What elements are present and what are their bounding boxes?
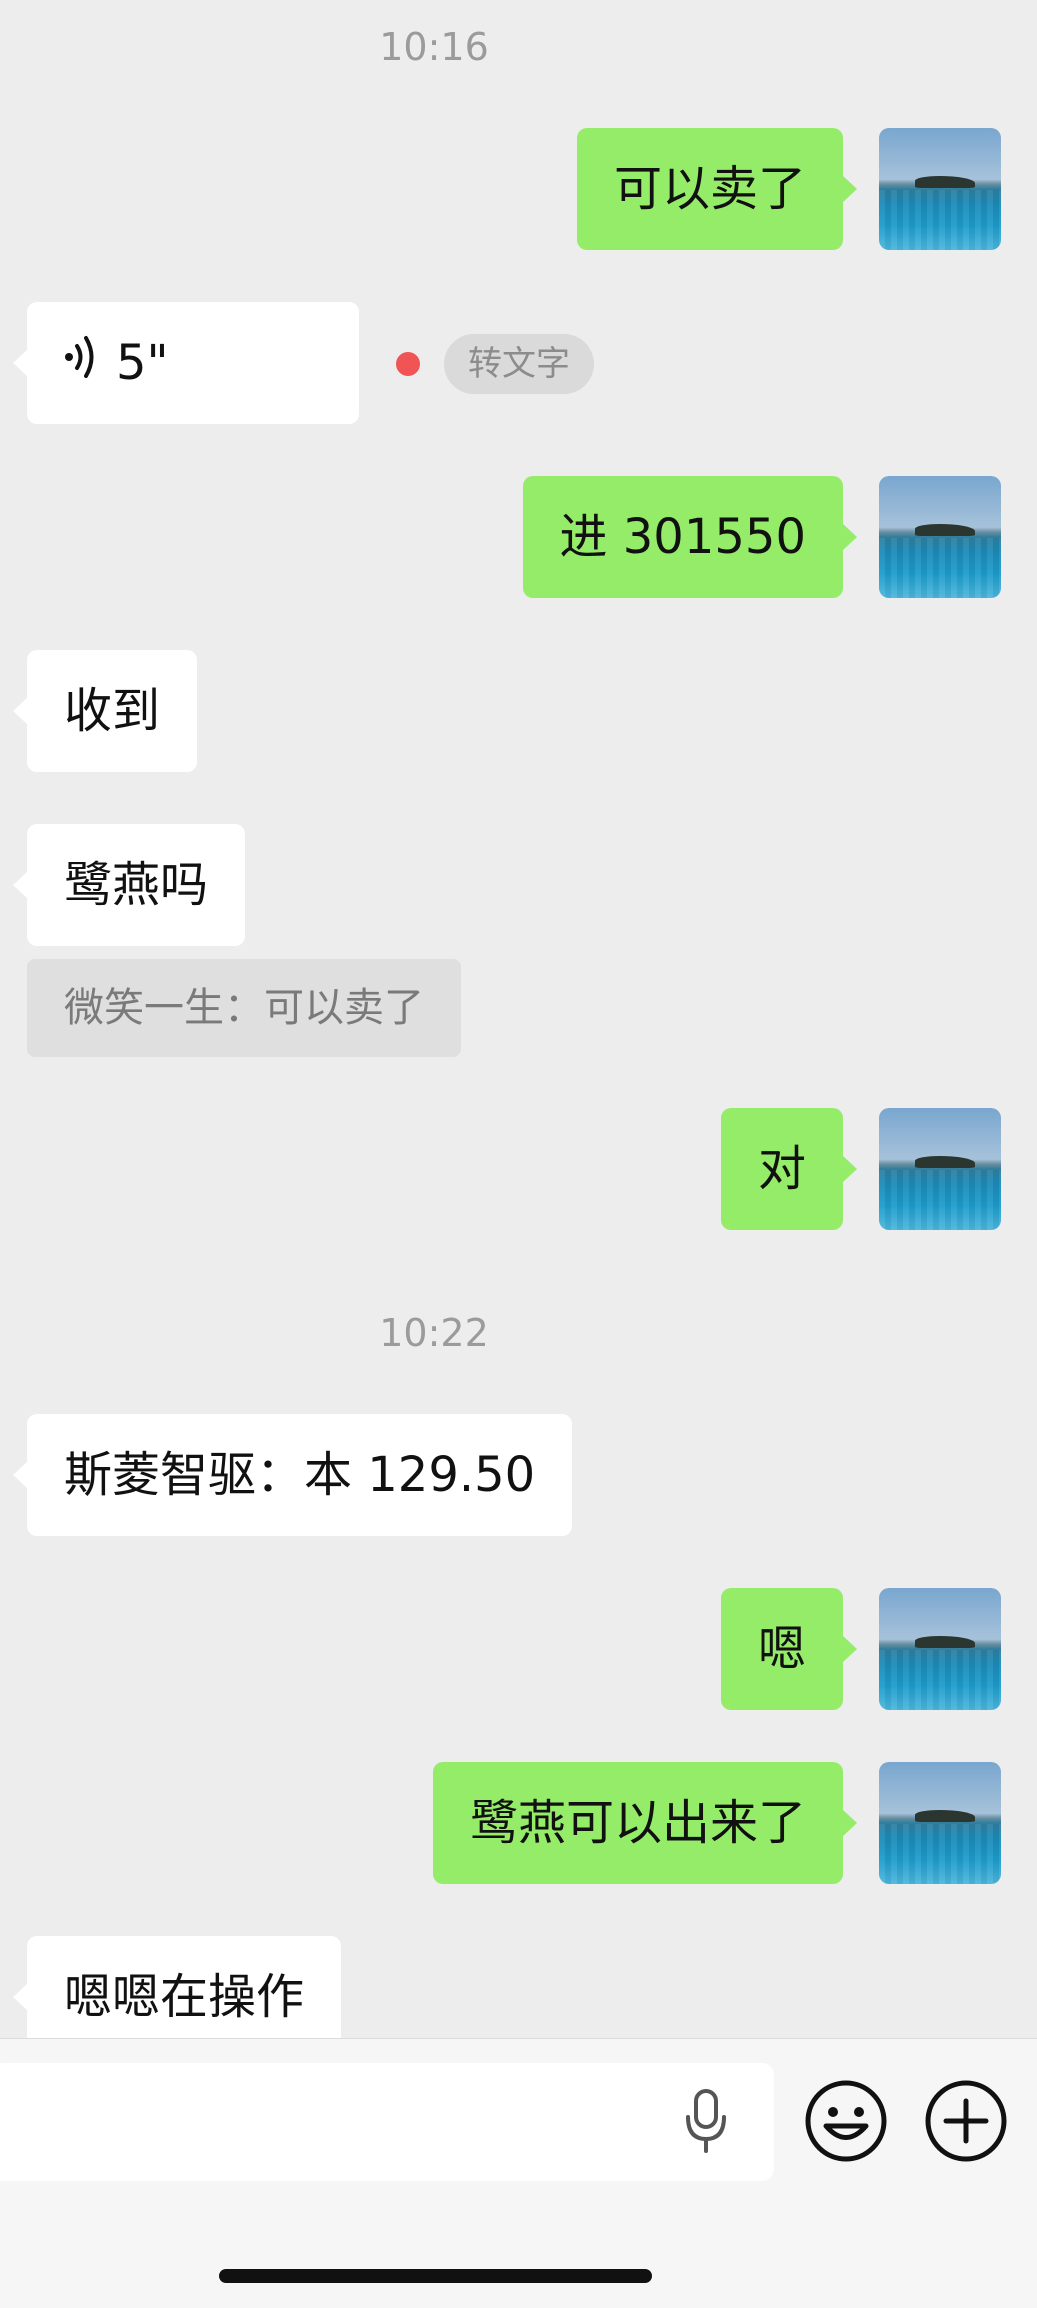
- transcribe-button[interactable]: 转文字: [444, 334, 594, 394]
- message-bubble-sent[interactable]: 可以卖了: [576, 128, 858, 250]
- my-avatar[interactable]: [879, 476, 1001, 598]
- message-bubble-received[interactable]: 鹭燕吗: [12, 824, 246, 946]
- microphone-icon[interactable]: [676, 2085, 736, 2163]
- message-input[interactable]: [0, 2063, 774, 2181]
- timestamp: 10:22: [379, 1311, 489, 1355]
- timestamp: 10:16: [379, 25, 489, 69]
- my-avatar[interactable]: [879, 1588, 1001, 1710]
- emoji-icon[interactable]: [804, 2079, 888, 2167]
- plus-icon[interactable]: [924, 2079, 1008, 2167]
- message-bubble-received[interactable]: 收到: [12, 650, 198, 772]
- message-bubble-sent[interactable]: 对: [720, 1108, 858, 1230]
- voice-wave-icon: [64, 305, 98, 427]
- message-bubble-sent[interactable]: 嗯: [720, 1588, 858, 1710]
- message-bubble-sent[interactable]: 进 301550: [522, 476, 857, 598]
- chat-area: 10:16 可以卖了 5" 转文字 进 301550 收到 鹭燕吗 微笑一生：可…: [0, 0, 1037, 2038]
- quoted-message[interactable]: 微笑一生：可以卖了: [27, 959, 461, 1057]
- home-indicator: [219, 2269, 652, 2283]
- voice-duration: 5": [116, 335, 169, 391]
- unread-dot: [396, 352, 420, 376]
- voice-message-bubble[interactable]: 5": [13, 302, 359, 427]
- my-avatar[interactable]: [879, 128, 1001, 250]
- my-avatar[interactable]: [879, 1762, 1001, 1884]
- my-avatar[interactable]: [879, 1108, 1001, 1230]
- message-bubble-sent[interactable]: 鹭燕可以出来了: [432, 1762, 858, 1884]
- message-bubble-received[interactable]: 斯菱智驱：本 129.50: [12, 1414, 573, 1536]
- input-bar: [0, 2038, 1037, 2308]
- message-bubble-received[interactable]: 嗯嗯在操作: [12, 1936, 342, 2038]
